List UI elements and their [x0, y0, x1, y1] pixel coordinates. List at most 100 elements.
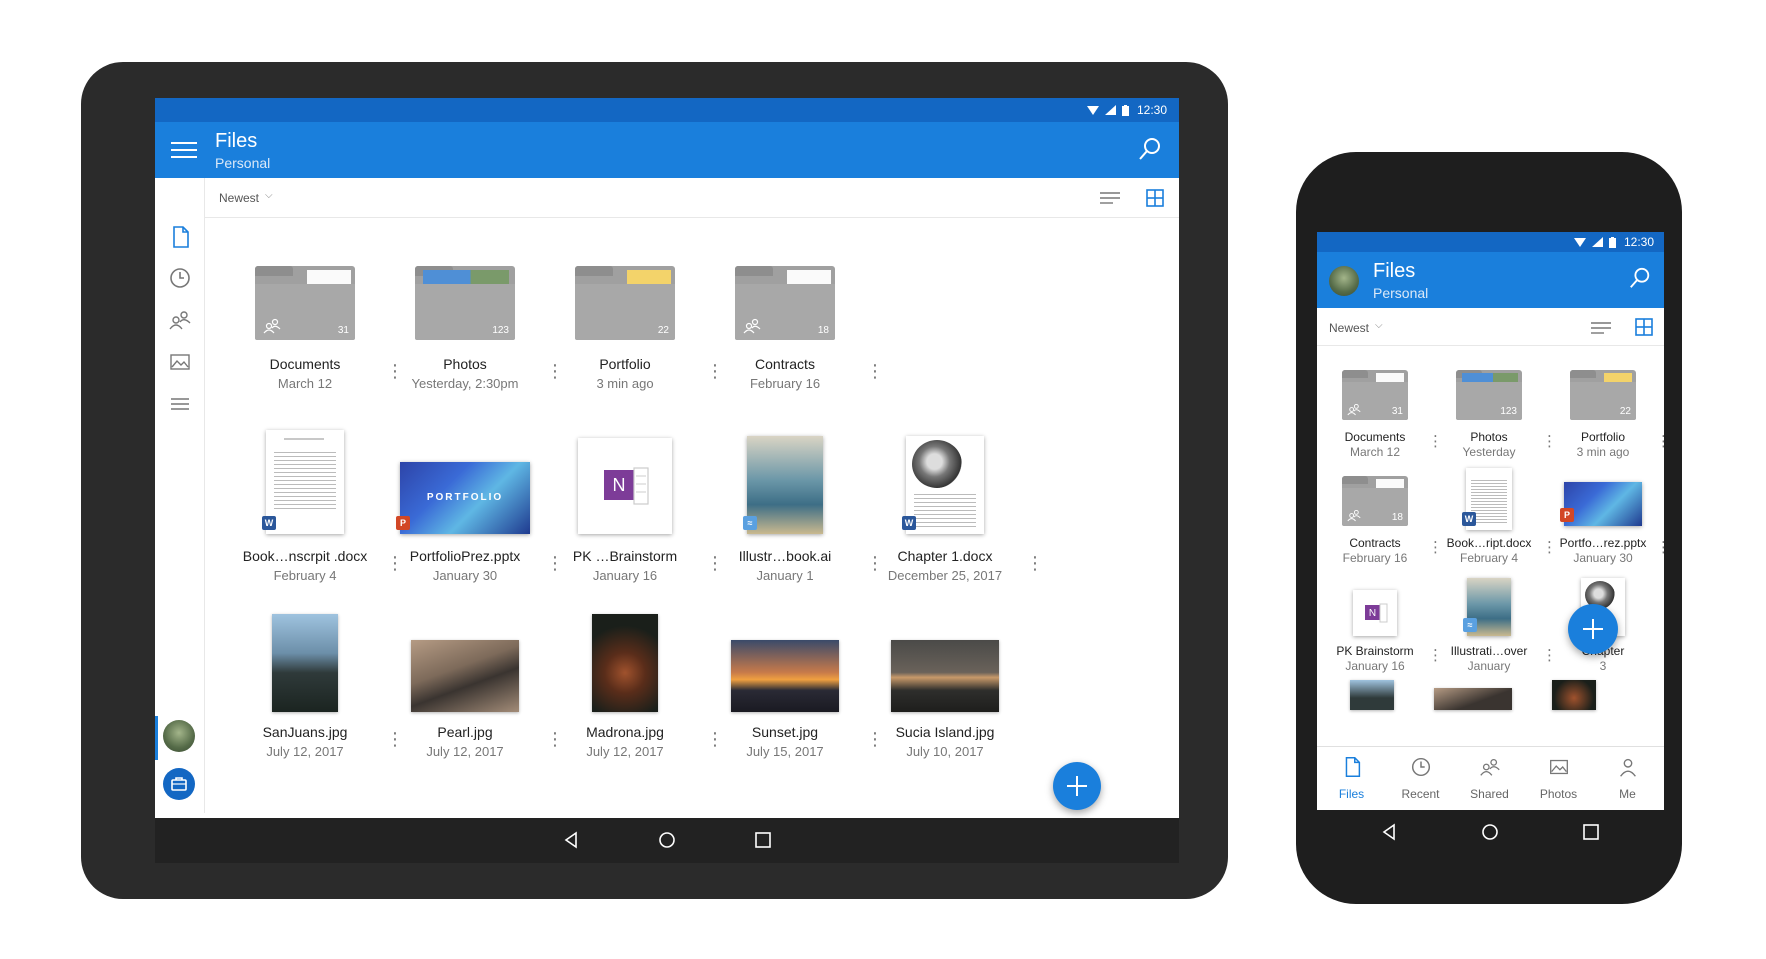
list-view-icon[interactable] — [1099, 189, 1121, 207]
item-name: Illustr…book.ai — [738, 548, 832, 564]
folder-tile-documents[interactable]: 31 Documents March 12 ⋮ — [1320, 354, 1443, 474]
photo-thumbnail[interactable] — [1434, 688, 1512, 710]
item-count: 22 — [657, 325, 669, 336]
battery-icon — [1121, 104, 1129, 116]
list-view-icon[interactable] — [1590, 319, 1612, 337]
home-icon[interactable] — [1478, 820, 1502, 844]
sort-dropdown[interactable]: Newest — [219, 191, 259, 205]
document-thumbnail: W — [1462, 468, 1512, 530]
item-name: Documents — [269, 356, 341, 372]
file-icon[interactable] — [167, 224, 193, 250]
photo-tile-pearl[interactable]: Pearl.jpg July 12, 2017 ⋮ — [380, 596, 564, 766]
photo-tile-sanjuans[interactable]: SanJuans.jpg July 12, 2017 ⋮ — [220, 596, 404, 766]
clock-icon[interactable] — [167, 265, 193, 291]
item-name: Portfolio — [599, 356, 651, 372]
item-date: 3 min ago — [596, 376, 654, 391]
recents-icon[interactable] — [1579, 820, 1603, 844]
item-name: Photos — [1470, 430, 1508, 444]
chevron-down-icon[interactable]: ⌵ — [1375, 320, 1383, 331]
file-tile-book-manuscript[interactable]: W Book…ript.docx February 4 ⋮ — [1434, 460, 1557, 580]
folder-tile-photos[interactable]: 123 Photos Yesterday, 2:30pm ⋮ — [380, 228, 564, 398]
business-account-button[interactable] — [163, 768, 195, 800]
page-subtitle: Personal — [215, 155, 271, 171]
item-date: February 4 — [273, 568, 337, 583]
back-icon[interactable] — [559, 828, 583, 852]
item-date: March 12 — [1349, 445, 1401, 459]
status-time: 12:30 — [1623, 235, 1654, 249]
shared-people-icon[interactable] — [167, 307, 193, 333]
folder-tile-documents[interactable]: 31 Documents March 12 ⋮ — [220, 228, 404, 398]
more-options-icon[interactable]: ⋮ — [866, 360, 884, 382]
onenote-thumbnail: N — [578, 438, 672, 534]
photo-thumbnail[interactable] — [1552, 680, 1596, 710]
plus-icon-stroke — [1592, 619, 1594, 639]
tab-me[interactable]: Me — [1593, 747, 1662, 810]
search-icon[interactable] — [1628, 266, 1652, 290]
photo-thumbnail — [891, 640, 999, 712]
file-tile-portfolio-prez[interactable]: P Portfo…rez.pptx January 30 ⋮ — [1548, 460, 1664, 580]
person-icon — [1620, 758, 1636, 777]
add-fab-button[interactable] — [1053, 762, 1101, 810]
personal-account-avatar[interactable] — [163, 720, 195, 752]
add-fab-button[interactable] — [1568, 604, 1618, 654]
more-options-icon[interactable]: ⋮ — [1656, 538, 1664, 558]
tab-files[interactable]: Files — [1317, 747, 1386, 810]
home-icon[interactable] — [655, 828, 679, 852]
tab-photos[interactable]: Photos — [1524, 747, 1593, 810]
photo-thumbnail[interactable] — [1350, 680, 1394, 710]
folder-tile-contracts[interactable]: 18 Contracts February 16 ⋮ — [700, 228, 884, 398]
chevron-down-icon[interactable]: ⌵ — [265, 190, 273, 201]
onenote-icon: N — [1365, 603, 1388, 623]
item-date: January 16 — [1345, 659, 1405, 673]
sort-dropdown[interactable]: Newest — [1329, 321, 1369, 335]
word-badge-icon: W — [262, 516, 276, 530]
item-name: Contracts — [1349, 536, 1401, 550]
hamburger-menu-icon[interactable] — [171, 139, 197, 161]
image-icon[interactable] — [167, 349, 193, 375]
folder-tile-portfolio[interactable]: 22 Portfolio 3 min ago ⋮ — [1548, 354, 1664, 474]
tab-label: Shared — [1470, 787, 1509, 801]
photo-tile-madrona[interactable]: Madrona.jpg July 12, 2017 ⋮ — [540, 596, 724, 766]
folder-icon: 22 — [1570, 370, 1636, 420]
folder-tile-portfolio[interactable]: 22 Portfolio 3 min ago ⋮ — [540, 228, 724, 398]
folder-tile-contracts[interactable]: 18 Contracts February 16 ⋮ — [1320, 460, 1443, 580]
item-count: 22 — [1619, 406, 1631, 417]
recents-icon[interactable] — [751, 828, 775, 852]
list-menu-icon[interactable] — [167, 391, 193, 417]
grid-view-icon[interactable] — [1145, 188, 1165, 208]
file-tile-chapter-1[interactable]: W Chapter 1.docx December 25, 2017 ⋮ — [860, 420, 1044, 590]
item-date: January 30 — [1573, 551, 1633, 565]
item-date: January 1 — [756, 568, 814, 583]
file-tile-pk-brainstorm[interactable]: N PK Brainstorm January 16 ⋮ — [1320, 568, 1443, 688]
file-tile-book-manuscript[interactable]: W Book…nscrpit .docx February 4 ⋮ — [220, 420, 404, 590]
file-tile-illustrated-book[interactable]: ≈ Illustrati…over January ⋮ — [1434, 568, 1557, 688]
search-icon[interactable] — [1137, 136, 1163, 162]
file-badge-icon: ≈ — [743, 516, 757, 530]
item-count: 123 — [1500, 406, 1517, 417]
item-name: Portfo…rez.pptx — [1559, 536, 1647, 550]
file-tile-pk-brainstorm[interactable]: N PK …Brainstorm January 16 ⋮ — [540, 420, 724, 590]
battery-icon — [1608, 236, 1616, 248]
avatar[interactable] — [1329, 266, 1359, 296]
people-icon — [1480, 758, 1500, 776]
grid-view-icon[interactable] — [1634, 317, 1654, 337]
item-name: Sunset.jpg — [751, 724, 819, 740]
photo-tile-sunset[interactable]: Sunset.jpg July 15, 2017 ⋮ — [700, 596, 884, 766]
folder-icon: 18 — [735, 266, 835, 340]
item-name: Pearl.jpg — [437, 724, 493, 740]
more-options-icon[interactable]: ⋮ — [1026, 552, 1044, 574]
folder-icon: 123 — [415, 266, 515, 340]
photo-thumbnail — [411, 640, 519, 712]
more-options-icon[interactable]: ⋮ — [1656, 432, 1664, 452]
onenote-icon: N — [604, 467, 649, 505]
tab-label: Photos — [1539, 787, 1578, 801]
photo-tile-sucia-island[interactable]: Sucia Island.jpg July 10, 2017 — [860, 596, 1030, 766]
file-tile-portfolio-prez[interactable]: PORTFOLIO P PortfolioPrez.pptx January 3… — [380, 420, 564, 590]
file-tile-illustrated-book[interactable]: ≈ Illustr…book.ai January 1 ⋮ — [700, 420, 884, 590]
folder-tile-photos[interactable]: 123 Photos Yesterday ⋮ — [1434, 354, 1557, 474]
back-icon[interactable] — [1377, 820, 1401, 844]
tab-shared[interactable]: Shared — [1455, 747, 1524, 810]
tab-recent[interactable]: Recent — [1386, 747, 1455, 810]
folder-icon: 123 — [1456, 370, 1522, 420]
item-date: July 12, 2017 — [426, 744, 504, 759]
